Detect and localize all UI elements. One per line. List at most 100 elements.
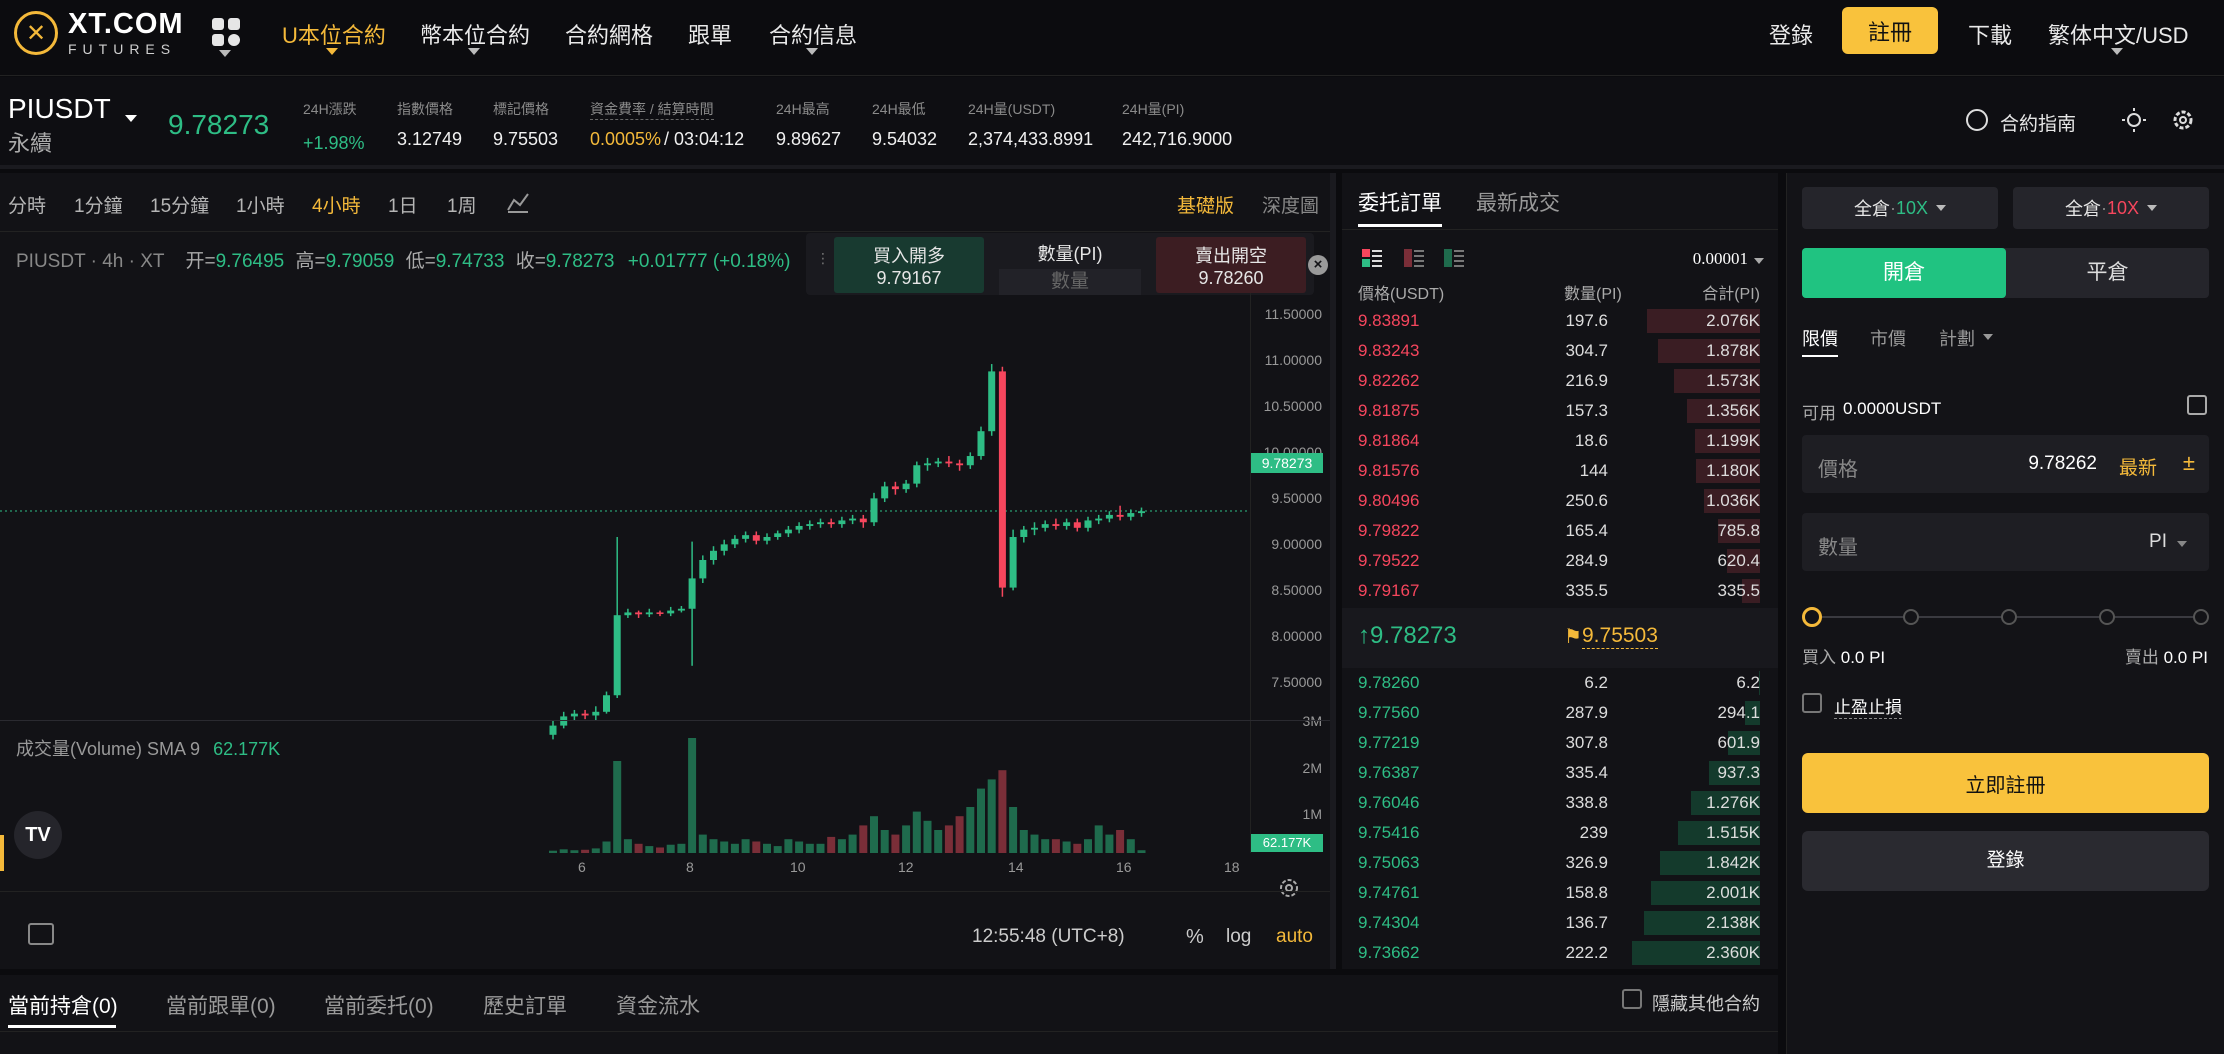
tradingview-logo-icon[interactable]: TV — [14, 811, 62, 859]
quick-qty-input[interactable]: 數量 — [999, 269, 1141, 295]
bid-row[interactable]: 9.78260 6.2 6.2 — [1342, 668, 1778, 698]
calculator-icon[interactable] — [2187, 395, 2207, 415]
interval-4h[interactable]: 4小時 — [312, 191, 361, 218]
row-total: 2.001K — [1706, 883, 1760, 902]
bid-row[interactable]: 9.75416 239 1.515K — [1342, 818, 1778, 848]
tab-order-history[interactable]: 歷史訂單 — [483, 990, 567, 1020]
auto-toggle[interactable]: auto — [1276, 926, 1313, 948]
language-currency-select[interactable]: 繁体中文/USD — [2048, 18, 2189, 50]
register-button[interactable]: 註冊 — [1842, 7, 1938, 54]
quantity-input[interactable]: 數量 PI — [1802, 513, 2209, 571]
indicators-icon[interactable] — [506, 190, 530, 214]
margin-mode-select-right[interactable]: 全倉 · 10X — [2013, 187, 2209, 229]
depth-view-tab[interactable]: 深度圖 — [1262, 191, 1319, 218]
close-position-tab[interactable]: 平倉 — [2006, 248, 2209, 298]
price-input[interactable]: 價格 9.78262 最新 ± — [1802, 435, 2209, 493]
symbol-name[interactable]: PIUSDT — [8, 93, 111, 125]
bid-row[interactable]: 9.76387 335.4 937.3 — [1342, 758, 1778, 788]
nav-coin-futures[interactable]: 幣本位合約 — [420, 18, 530, 50]
tab-order-book[interactable]: 委托訂單 — [1358, 187, 1442, 217]
open-position-tab[interactable]: 開倉 — [1802, 248, 2006, 298]
ask-row[interactable]: 9.81875 157.3 1.356K — [1342, 396, 1778, 426]
bid-row[interactable]: 9.77560 287.9 294.1 — [1342, 698, 1778, 728]
log-toggle[interactable]: log — [1226, 926, 1251, 948]
hide-other-contracts-checkbox[interactable] — [1622, 989, 1642, 1009]
apps-grid-icon[interactable] — [212, 18, 242, 48]
interval-1h[interactable]: 1小時 — [236, 191, 285, 218]
tpsl-checkbox[interactable] — [1802, 693, 1822, 713]
close-icon[interactable]: × — [1308, 255, 1328, 275]
nav-contract-info[interactable]: 合約信息 — [769, 18, 857, 50]
ask-row[interactable]: 9.82262 216.9 1.573K — [1342, 366, 1778, 396]
top-navbar: ✕ XT.COM FUTURES U本位合約 幣本位合約 合約網格 跟單 合約信… — [0, 0, 2224, 76]
view-both-icon[interactable] — [1362, 249, 1382, 267]
bid-row[interactable]: 9.73662 222.2 2.360K — [1342, 938, 1778, 968]
ask-row[interactable]: 9.79522 284.9 620.4 — [1342, 546, 1778, 576]
nav-futures-grid[interactable]: 合約網格 — [565, 18, 653, 50]
tab-fund-flow[interactable]: 資金流水 — [616, 990, 700, 1020]
register-now-button[interactable]: 立即註冊 — [1802, 753, 2209, 813]
basic-view-tab[interactable]: 基礎版 — [1177, 191, 1234, 218]
slider-step[interactable] — [2001, 609, 2017, 625]
tab-latest-trades[interactable]: 最新成交 — [1476, 187, 1560, 217]
date-range-icon[interactable] — [28, 923, 54, 945]
quantity-unit-select[interactable]: PI — [2149, 531, 2167, 553]
order-type-plan[interactable]: 計劃 — [1939, 325, 1975, 351]
margin-mode-select-left[interactable]: 全倉 · 10X — [1802, 187, 1998, 229]
tab-current-positions[interactable]: 當前持倉(0) — [8, 990, 118, 1020]
symbol-dropdown-icon[interactable] — [125, 115, 137, 122]
login-link[interactable]: 登錄 — [1769, 18, 1813, 50]
nav-usdt-futures[interactable]: U本位合約 — [282, 18, 386, 50]
latest-price-button[interactable]: 最新 — [2119, 453, 2157, 480]
interval-1w[interactable]: 1周 — [447, 191, 477, 218]
contract-guide-link[interactable]: 合約指南 — [2000, 109, 2076, 136]
open-label: 开= — [185, 251, 216, 272]
quick-sell-short-button[interactable]: 賣出開空 9.78260 — [1156, 237, 1306, 293]
slider-step[interactable] — [2193, 609, 2209, 625]
percent-toggle[interactable]: % — [1186, 926, 1204, 949]
xt-logo[interactable]: ✕ XT.COM FUTURES — [14, 10, 184, 56]
bid-row[interactable]: 9.77219 307.8 601.9 — [1342, 728, 1778, 758]
order-type-limit[interactable]: 限價 — [1802, 325, 1838, 351]
row-total: 1.276K — [1706, 793, 1760, 812]
plus-minus-icon[interactable]: ± — [2183, 450, 2195, 476]
ask-row[interactable]: 9.83243 304.7 1.878K — [1342, 336, 1778, 366]
drag-handle-icon[interactable]: ⋮⋮ — [816, 251, 844, 275]
quick-buy-long-button[interactable]: 買入開多 9.79167 — [834, 237, 984, 293]
ask-row[interactable]: 9.83891 197.6 2.076K — [1342, 306, 1778, 336]
nav-copy-trading[interactable]: 跟單 — [688, 18, 732, 50]
view-bids-icon[interactable] — [1444, 249, 1464, 267]
side-tab-marker[interactable] — [0, 835, 4, 871]
precision-select[interactable]: 0.00001 — [1693, 249, 1748, 269]
slider-step[interactable] — [2099, 609, 2115, 625]
ask-row[interactable]: 9.79167 335.5 335.5 — [1342, 576, 1778, 606]
tab-open-orders[interactable]: 當前委托(0) — [324, 990, 434, 1020]
interval-1m[interactable]: 1分鐘 — [74, 191, 123, 218]
theme-sun-icon[interactable] — [2121, 107, 2147, 133]
bid-row[interactable]: 9.74304 136.7 2.138K — [1342, 908, 1778, 938]
slider-step[interactable] — [1903, 609, 1919, 625]
stat-label-funding[interactable]: 資金費率 / 結算時間 — [590, 99, 714, 120]
ask-row[interactable]: 9.80496 250.6 1.036K — [1342, 486, 1778, 516]
ask-row[interactable]: 9.79822 165.4 785.8 — [1342, 516, 1778, 546]
slider-handle[interactable] — [1802, 607, 1822, 627]
login-button[interactable]: 登錄 — [1802, 831, 2209, 891]
amount-slider[interactable] — [1802, 607, 2209, 627]
interval-1d[interactable]: 1日 — [388, 191, 418, 218]
tab-current-copy[interactable]: 當前跟單(0) — [166, 990, 276, 1020]
tpsl-label[interactable]: 止盈止損 — [1834, 693, 1902, 719]
interval-15m[interactable]: 15分鐘 — [150, 191, 209, 218]
ask-row[interactable]: 9.81864 18.6 1.199K — [1342, 426, 1778, 456]
candlestick-chart[interactable] — [0, 293, 1250, 853]
order-type-market[interactable]: 市價 — [1870, 325, 1906, 351]
bid-row[interactable]: 9.76046 338.8 1.276K — [1342, 788, 1778, 818]
download-link[interactable]: 下載 — [1968, 18, 2012, 50]
mid-mark-price[interactable]: 9.75503 — [1582, 624, 1658, 649]
ask-row[interactable]: 9.81576 144 1.180K — [1342, 456, 1778, 486]
interval-tick[interactable]: 分時 — [8, 191, 46, 218]
bid-row[interactable]: 9.75063 326.9 1.842K — [1342, 848, 1778, 878]
settings-gear-icon[interactable] — [2170, 107, 2196, 133]
chart-settings-icon[interactable] — [1276, 875, 1302, 901]
bid-row[interactable]: 9.74761 158.8 2.001K — [1342, 878, 1778, 908]
view-asks-icon[interactable] — [1404, 249, 1424, 267]
